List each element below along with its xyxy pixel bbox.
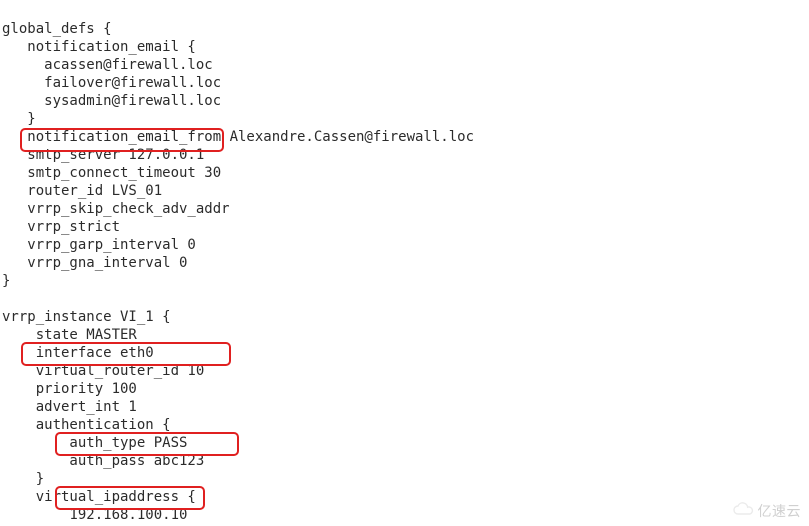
code-line: router_id LVS_01 (2, 183, 162, 199)
code-line: sysadmin@firewall.loc (2, 93, 221, 109)
code-line: failover@firewall.loc (2, 75, 221, 91)
code-line: state MASTER (2, 327, 137, 343)
code-line: smtp_server 127.0.0.1 (2, 147, 204, 163)
cloud-icon (732, 502, 754, 520)
watermark: 亿速云 (732, 502, 802, 520)
code-line: advert_int 1 (2, 399, 137, 415)
code-line: } (2, 111, 36, 127)
code-line: } (2, 273, 10, 289)
code-line: virtual_ipaddress { (2, 489, 196, 505)
code-line: notification_email { (2, 39, 196, 55)
code-line: auth_pass abc123 (2, 453, 204, 469)
code-line: priority 100 (2, 381, 137, 397)
code-line: vrrp_skip_check_adv_addr (2, 201, 230, 217)
code-line: smtp_connect_timeout 30 (2, 165, 221, 181)
code-line: auth_type PASS (2, 435, 187, 451)
code-line: vrrp_instance VI_1 { (2, 309, 171, 325)
code-line: vrrp_gna_interval 0 (2, 255, 187, 271)
code-line: } (2, 471, 44, 487)
code-line: acassen@firewall.loc (2, 57, 213, 73)
code-line: global_defs { (2, 21, 112, 37)
code-line: authentication { (2, 417, 171, 433)
code-line: interface eth0 (2, 345, 154, 361)
code-line: 192.168.100.10 (2, 507, 187, 523)
code-line: vrrp_garp_interval 0 (2, 237, 196, 253)
code-line: vrrp_strict (2, 219, 120, 235)
code-line: notification_email_from Alexandre.Cassen… (2, 129, 474, 145)
watermark-text: 亿速云 (758, 502, 802, 520)
code-line: virtual_router_id 10 (2, 363, 204, 379)
config-code-block: global_defs { notification_email { acass… (0, 0, 809, 526)
